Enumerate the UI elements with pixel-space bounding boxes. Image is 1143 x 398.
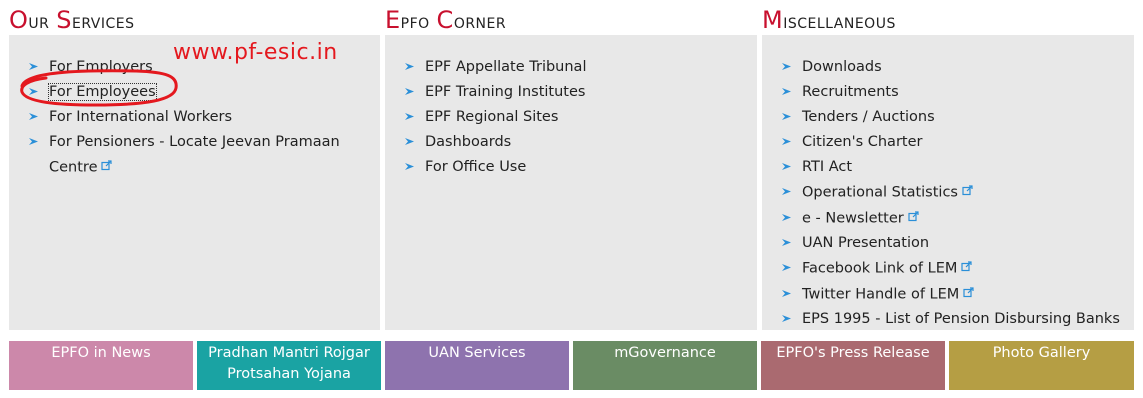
tile-pradhan-mantri-rojgar-protsahan-yojana[interactable]: Pradhan Mantri Rojgar Protsahan Yojana xyxy=(197,341,381,390)
misc-link-5[interactable]: Operational Statistics xyxy=(762,180,1134,206)
tile-photo-gallery[interactable]: Photo Gallery xyxy=(949,341,1134,390)
miscellaneous-panel: Downloads Recruitments Tenders / Auctions C… xyxy=(762,35,1134,330)
epfo-corner-panel: EPF Appellate Tribunal EPF Training Insti… xyxy=(385,35,757,330)
link-label: Operational Statistics xyxy=(802,184,958,201)
link-label: UAN Presentation xyxy=(802,235,930,251)
misc-link-9[interactable]: Twitter Handle of LEM xyxy=(762,282,1134,308)
link-label: For Employees xyxy=(48,83,157,101)
link-label: For Pensioners - Locate Jeevan Pramaan xyxy=(49,134,340,150)
bullet-arrow-icon xyxy=(781,206,793,231)
link-label: For International Workers xyxy=(49,109,233,125)
misc-link-6[interactable]: e - Newsletter xyxy=(762,206,1134,232)
bullet-arrow-icon xyxy=(28,55,40,80)
tile-epfo-in-news[interactable]: EPFO in News xyxy=(9,341,193,390)
bullet-arrow-icon xyxy=(781,256,793,281)
bullet-arrow-icon xyxy=(404,80,416,105)
link-label: Recruitments xyxy=(802,84,899,100)
services-link-1[interactable]: For Employees xyxy=(9,80,380,105)
tile-epfo-s-press-release[interactable]: EPFO's Press Release xyxy=(761,341,945,390)
corner-link-4[interactable]: For Office Use xyxy=(385,155,757,180)
epfo-corner-list: EPF Appellate Tribunal EPF Training Insti… xyxy=(385,55,757,180)
bullet-arrow-icon xyxy=(28,80,40,105)
bullet-arrow-icon xyxy=(781,105,793,130)
link-label: Facebook Link of LEM xyxy=(802,260,958,277)
our-services-list: For Employers For Employees For Internatio… xyxy=(9,55,380,181)
services-link-3[interactable]: For Pensioners - Locate Jeevan Pramaan Ce… xyxy=(9,130,380,181)
external-link-icon xyxy=(961,256,972,281)
bullet-arrow-icon xyxy=(781,155,793,180)
corner-link-0[interactable]: EPF Appellate Tribunal xyxy=(385,55,757,80)
misc-link-4[interactable]: RTI Act xyxy=(762,155,1134,180)
misc-link-3[interactable]: Citizen's Charter xyxy=(762,130,1134,155)
link-label: EPF Regional Sites xyxy=(425,109,559,125)
tile-uan-services[interactable]: UAN Services xyxy=(385,341,569,390)
bullet-arrow-icon xyxy=(404,155,416,180)
bullet-arrow-icon xyxy=(404,130,416,155)
corner-link-2[interactable]: EPF Regional Sites xyxy=(385,105,757,130)
misc-link-7[interactable]: UAN Presentation xyxy=(762,231,1134,256)
external-link-icon xyxy=(908,206,919,231)
link-label: EPS 1995 - List of Pension Disbursing Ba… xyxy=(802,311,1120,327)
link-label: RTI Act xyxy=(802,159,853,175)
miscellaneous-list: Downloads Recruitments Tenders / Auctions C… xyxy=(762,55,1134,332)
quick-links-bar: EPFO in News Pradhan Mantri Rojgar Protsa… xyxy=(9,341,1134,390)
our-services-panel: For Employers For Employees For Internatio… xyxy=(9,35,380,330)
link-label: Downloads xyxy=(802,59,882,75)
bullet-arrow-icon xyxy=(781,80,793,105)
misc-link-1[interactable]: Recruitments xyxy=(762,80,1134,105)
corner-link-1[interactable]: EPF Training Institutes xyxy=(385,80,757,105)
tile-mgovernance[interactable]: mGovernance xyxy=(573,341,757,390)
our-services-heading: Our Services xyxy=(9,6,135,34)
watermark-text: www.pf-esic.in xyxy=(173,40,338,65)
link-label: e - Newsletter xyxy=(802,210,904,226)
bullet-arrow-icon xyxy=(28,130,40,155)
bullet-arrow-icon xyxy=(781,307,793,332)
epfo-corner-heading: Epfo Corner xyxy=(385,6,507,34)
services-link-2[interactable]: For International Workers xyxy=(9,105,380,130)
link-label: Dashboards xyxy=(425,134,512,150)
external-link-icon xyxy=(101,155,113,180)
link-label: Twitter Handle of LEM xyxy=(802,286,960,302)
bullet-arrow-icon xyxy=(781,231,793,256)
link-label: For Employers xyxy=(49,59,153,75)
external-link-icon xyxy=(963,282,974,307)
bullet-arrow-icon xyxy=(781,130,793,155)
corner-link-3[interactable]: Dashboards xyxy=(385,130,757,155)
link-label: EPF Appellate Tribunal xyxy=(425,59,587,75)
bullet-arrow-icon xyxy=(781,282,793,307)
bullet-arrow-icon xyxy=(781,55,793,80)
link-label: For Office Use xyxy=(425,159,527,175)
bullet-arrow-icon xyxy=(404,105,416,130)
misc-link-8[interactable]: Facebook Link of LEM xyxy=(762,256,1134,282)
miscellaneous-heading: Miscellaneous xyxy=(762,6,896,34)
link-label: Tenders / Auctions xyxy=(802,109,935,125)
misc-link-2[interactable]: Tenders / Auctions xyxy=(762,105,1134,130)
external-link-icon xyxy=(962,180,973,205)
bullet-arrow-icon xyxy=(28,105,40,130)
bullet-arrow-icon xyxy=(781,180,793,205)
link-label: EPF Training Institutes xyxy=(425,84,586,100)
misc-link-10[interactable]: EPS 1995 - List of Pension Disbursing Ba… xyxy=(762,307,1134,332)
bullet-arrow-icon xyxy=(404,55,416,80)
link-label-continued: Centre xyxy=(49,159,98,176)
misc-link-0[interactable]: Downloads xyxy=(762,55,1134,80)
link-label: Citizen's Charter xyxy=(802,134,923,150)
